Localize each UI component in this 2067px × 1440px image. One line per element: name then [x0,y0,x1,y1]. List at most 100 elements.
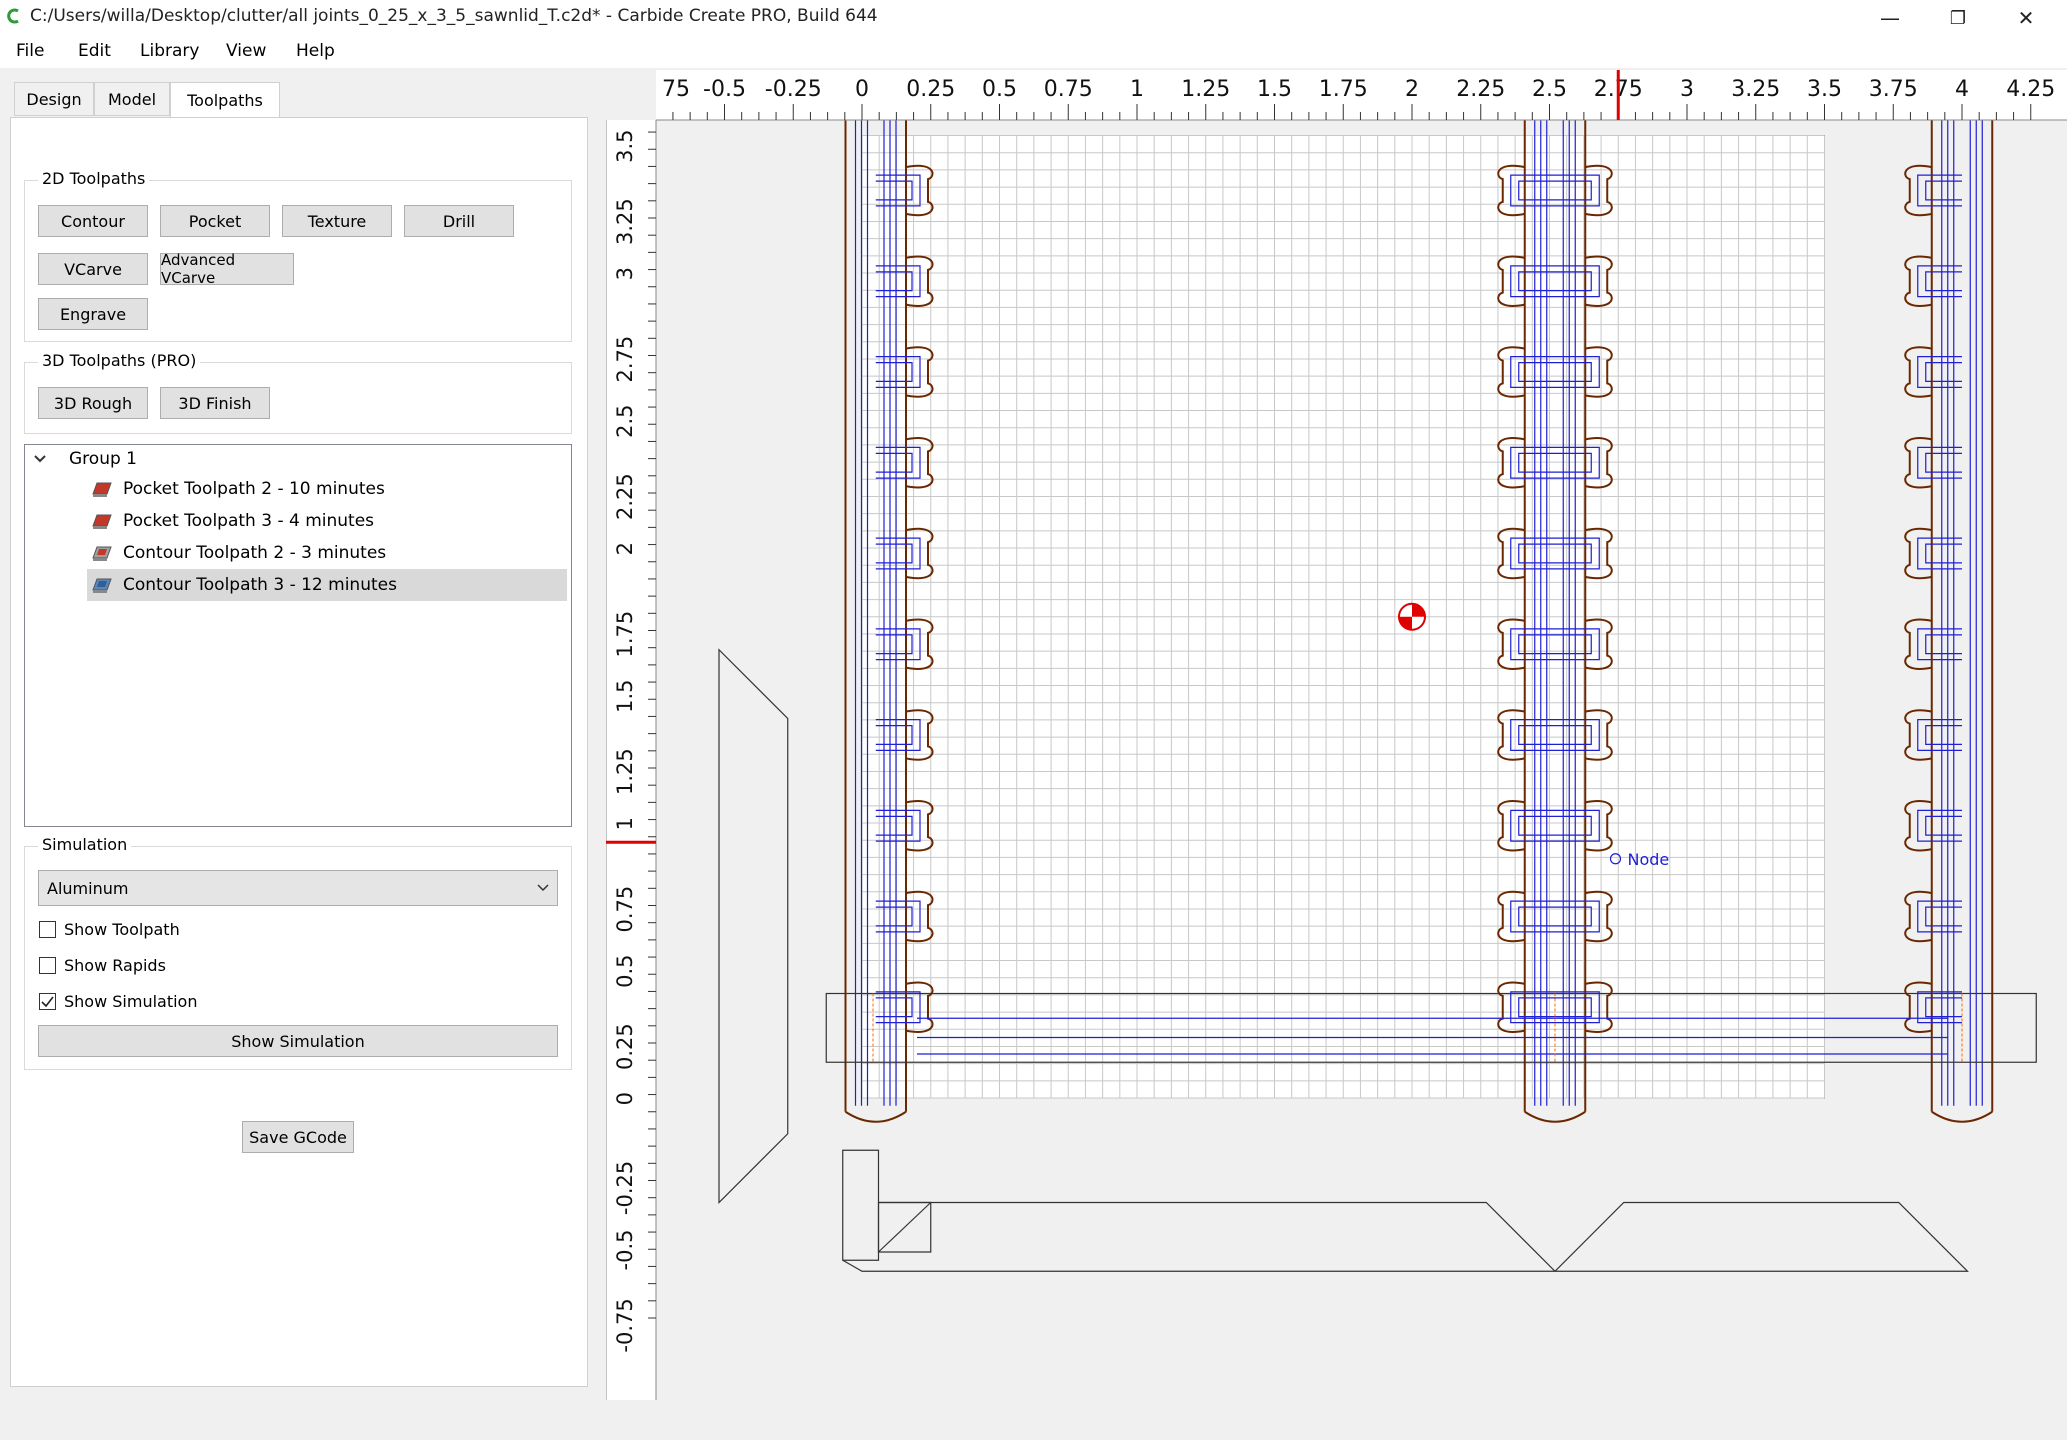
ruler-label: 3 [1680,77,1694,102]
texture-button[interactable]: Texture [282,205,392,237]
tab-toolpath [1917,356,1962,388]
node-label: Node [1628,850,1670,869]
finger-tab [1904,800,1932,852]
ruler-label: 2 [1405,77,1419,102]
ruler-label: 0.75 [613,886,637,933]
tree-item-label: Pocket Toolpath 2 - 10 minutes [123,479,385,499]
ruler-label: -0.75 [613,1298,637,1352]
tab-toolpath [1917,265,1962,298]
ruler-label: 0 [613,1092,637,1105]
tab-toolpath [1917,809,1962,842]
ruler-label: 3.25 [1731,77,1780,102]
finger-tab [1904,164,1932,217]
ruler-label: 1 [613,817,637,830]
3d-rough-button[interactable]: 3D Rough [38,387,148,419]
drill-button[interactable]: Drill [404,205,514,237]
contour-toolpath-icon [92,578,112,593]
ruler-label: 0.75 [1044,77,1093,102]
maximize-button[interactable]: ❐ [1924,0,1992,36]
show-simulation-checkbox[interactable] [39,993,56,1010]
engrave-button[interactable]: Engrave [38,298,148,330]
tab-design[interactable]: Design [14,82,94,116]
finger-tab [1904,981,1932,1033]
menu-edit[interactable]: Edit [78,41,111,61]
design-canvas[interactable]: Node 75 -0.5 -0.25 0 0.25 0.5 0.75 1 1.25 1.5 1.75 2… [605,70,2067,1400]
ruler-label: 0.5 [982,77,1017,102]
tree-item-label: Pocket Toolpath 3 - 4 minutes [123,511,375,531]
group-label: Group 1 [69,449,137,469]
vcarve-button[interactable]: VCarve [38,253,148,285]
ruler-label: -0.25 [613,1161,637,1215]
tab-toolpath [1917,537,1962,570]
origin-marker [1398,602,1426,631]
tab-toolpaths[interactable]: Toolpaths [170,82,280,118]
toolpath-tree[interactable]: Group 1 Pocket Toolpath 2 - 10 minutes P… [24,444,572,827]
tree-item-contour-3-selected[interactable]: Contour Toolpath 3 - 12 minutes [87,569,567,601]
menu-bar: File Edit Library View Help [0,36,2067,68]
ruler-label: 3.25 [613,198,637,245]
ruler-label: 1.25 [613,748,637,795]
left-ruler: 3.5 3.25 3 2.75 2.5 2.25 2 1.75 1.5 1.25 1 0.75 0.5 0… [605,70,657,1400]
show-rapids-checkbox[interactable] [39,957,56,974]
pocket-button[interactable]: Pocket [160,205,270,237]
canvas-drawing[interactable]: Node 75 -0.5 -0.25 0 0.25 0.5 0.75 1 1.25 1.5 1.75 2… [605,70,2067,1400]
ruler-label: 1.25 [1181,77,1230,102]
group-2d-title: 2D Toolpaths [38,169,150,188]
contour-toolpath-icon [92,546,112,561]
finger-tab [1904,890,1932,943]
chevron-down-icon[interactable] [33,452,47,466]
material-value: Aluminum [47,879,129,898]
window-title: C:/Users/willa/Desktop/clutter/all joint… [30,6,878,26]
tab-model[interactable]: Model [94,82,170,116]
outline-bottom [1931,1110,1993,1123]
top-ruler: 75 -0.5 -0.25 0 0.25 0.5 0.75 1 1.25 1.5 1.75 2 2.25… [606,70,2067,121]
close-icon: ✕ [2017,6,2035,30]
outline-bottom [1524,1110,1586,1123]
carbide-create-logo-icon [7,8,19,24]
ruler-label: 1 [1130,77,1144,102]
ruler-label: 2.75 [613,336,637,383]
save-gcode-button[interactable]: Save GCode [242,1121,354,1153]
simulation-title: Simulation [38,835,132,854]
contour-button[interactable]: Contour [38,205,148,237]
finger-tab [1904,437,1932,489]
3d-finish-button[interactable]: 3D Finish [160,387,270,419]
ruler-label: 3 [613,267,637,280]
ruler-label: -0.5 [703,77,746,102]
ruler-label: 1.5 [613,680,637,713]
ruler-label: 2.5 [613,405,637,438]
tree-item-contour-2[interactable]: Contour Toolpath 2 - 3 minutes [91,543,386,563]
menu-help[interactable]: Help [296,41,335,61]
ruler-label: 0.25 [613,1023,637,1070]
ruler-label: 2.25 [1456,77,1505,102]
title-bar: C:/Users/willa/Desktop/clutter/all joint… [0,0,2067,36]
finger-column-right [1904,97,1994,1123]
show-toolpath-label: Show Toolpath [64,920,180,939]
bottom-lid-shapes [842,1149,1969,1273]
ruler-label: 4 [1955,77,1969,102]
material-select[interactable]: Aluminum [38,870,558,906]
advanced-vcarve-button[interactable]: Advanced VCarve [160,251,294,287]
menu-view[interactable]: View [226,41,266,61]
ruler-label: 3.75 [1869,77,1918,102]
ruler-corner [606,70,656,120]
show-simulation-label: Show Simulation [64,992,198,1011]
tree-group-row[interactable]: Group 1 [33,449,137,469]
menu-file[interactable]: File [16,41,44,61]
menu-library[interactable]: Library [140,41,199,61]
tab-toolpath [1917,900,1962,933]
tree-item-pocket-3[interactable]: Pocket Toolpath 3 - 4 minutes [91,511,374,531]
ruler-label: 2.25 [613,473,637,520]
ruler-label: -0.25 [765,77,822,102]
minimize-button[interactable]: — [1856,0,1924,36]
show-rapids-label: Show Rapids [64,956,166,975]
lid-diagonal [878,1202,932,1253]
side-lid-shape [718,648,789,1204]
finger-tab [1904,709,1932,761]
tree-item-pocket-2[interactable]: Pocket Toolpath 2 - 10 minutes [91,479,385,499]
tree-item-label: Contour Toolpath 2 - 3 minutes [123,543,387,563]
show-toolpath-checkbox[interactable] [39,921,56,938]
show-simulation-button[interactable]: Show Simulation [38,1025,558,1057]
ruler-label: 75 [662,77,690,102]
close-button[interactable]: ✕ [1992,0,2060,36]
